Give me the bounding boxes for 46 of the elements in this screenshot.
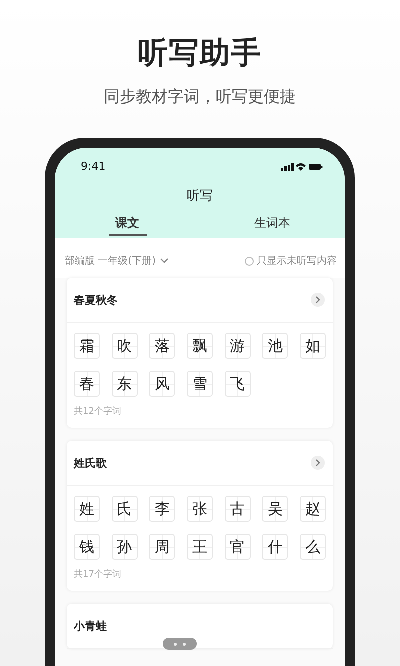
screen-title: 听写: [186, 188, 214, 205]
character-tile[interactable]: 古: [224, 496, 251, 522]
character-tile[interactable]: 霜: [74, 333, 100, 359]
character-tile[interactable]: 池: [262, 333, 288, 359]
status-time: 9:41: [81, 160, 106, 173]
character-tile[interactable]: 赵: [300, 496, 326, 522]
character-tile[interactable]: 王: [186, 534, 213, 560]
character-tile[interactable]: 李: [149, 496, 176, 522]
option-label: 只显示未听写内容: [257, 254, 337, 268]
character-tile[interactable]: 吴: [262, 496, 288, 522]
floating-pill[interactable]: [163, 638, 197, 650]
character-tile[interactable]: 飞: [224, 371, 251, 397]
more-button[interactable]: [311, 293, 325, 307]
textbook-dropdown[interactable]: 部编版 一年级(下册): [65, 254, 169, 268]
character-tile[interactable]: 周: [149, 534, 176, 560]
word-count: 共12个字词: [74, 406, 122, 418]
more-button[interactable]: [311, 456, 325, 470]
character-tile[interactable]: 游: [224, 333, 251, 359]
character-tile[interactable]: 张: [186, 496, 213, 522]
lesson-title: 春夏秋冬: [74, 292, 118, 308]
status-icons: [281, 162, 323, 172]
character-tile[interactable]: 孙: [112, 534, 138, 560]
character-tile[interactable]: 官: [224, 534, 251, 560]
character-tile[interactable]: 东: [112, 371, 138, 397]
character-tile[interactable]: 落: [149, 333, 176, 359]
character-tile[interactable]: 什: [262, 534, 288, 560]
chevron-down-icon: [160, 258, 169, 264]
subheadline: 同步教材字词，听写更便捷: [104, 86, 296, 108]
character-tile[interactable]: 如: [300, 333, 326, 359]
character-tile[interactable]: 雪: [186, 371, 213, 397]
character-tile[interactable]: 飘: [186, 333, 213, 359]
lesson-title: 小青蛙: [74, 618, 107, 634]
radio-button[interactable]: [245, 256, 254, 266]
tab[interactable]: 生词本: [200, 215, 345, 236]
character-tile[interactable]: 么: [300, 534, 326, 560]
character-tile[interactable]: 钱: [74, 534, 100, 560]
character-tile[interactable]: 氏: [112, 496, 138, 522]
character-tile[interactable]: 风: [149, 371, 176, 397]
character-tile[interactable]: 春: [74, 371, 100, 397]
headline: 听写助手: [138, 36, 262, 72]
chevron-right-icon: [315, 296, 321, 304]
chevron-right-icon: [315, 459, 321, 467]
word-count: 共17个字词: [74, 568, 122, 581]
lesson-title: 姓氏歌: [74, 456, 107, 470]
character-tile[interactable]: 姓: [74, 496, 100, 522]
character-tile[interactable]: 吹: [112, 333, 138, 359]
